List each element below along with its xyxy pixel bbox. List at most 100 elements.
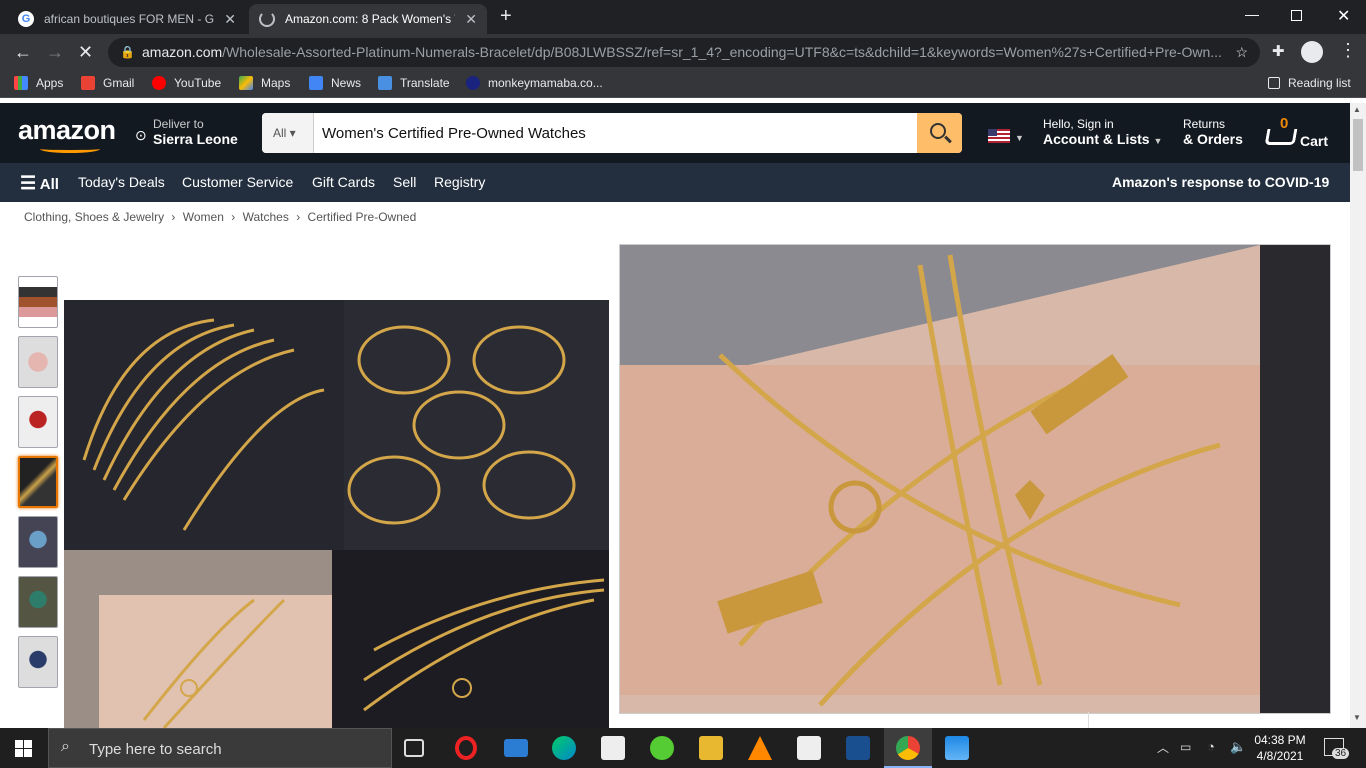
reading-list-label: Reading list xyxy=(1288,76,1351,90)
nav-customer-service[interactable]: Customer Service xyxy=(182,174,293,190)
main-product-image[interactable] xyxy=(64,300,609,728)
back-icon[interactable]: ← xyxy=(14,42,32,63)
bookmark-youtube[interactable]: YouTube xyxy=(152,76,221,90)
nav-sell[interactable]: Sell xyxy=(393,174,416,190)
opera-icon[interactable] xyxy=(455,736,477,760)
thumbnail-4-selected[interactable] xyxy=(18,456,58,508)
close-tab-icon[interactable]: ✕ xyxy=(224,11,236,28)
breadcrumb-item[interactable]: Watches xyxy=(243,210,289,224)
restore-icon[interactable] xyxy=(1291,10,1302,21)
breadcrumb-item[interactable]: Clothing, Shoes & Jewelry xyxy=(24,210,164,224)
url-host: amazon.com xyxy=(142,44,223,60)
task-view-icon[interactable] xyxy=(404,739,424,757)
battery-icon[interactable]: ▭ xyxy=(1180,740,1191,754)
clock[interactable]: 04:38 PM 4/8/2021 xyxy=(1250,732,1310,764)
solitaire-icon[interactable] xyxy=(846,736,870,760)
thumbnail-7[interactable] xyxy=(18,636,58,688)
notification-count-badge: 36 xyxy=(1332,748,1350,759)
chevron-up-icon[interactable]: ︿ xyxy=(1157,739,1169,756)
search-category-select[interactable]: All ▾ xyxy=(262,113,314,153)
logo-smile-icon xyxy=(40,145,100,153)
file-explorer-icon[interactable] xyxy=(699,736,723,760)
thumbnail-3[interactable] xyxy=(18,396,58,448)
cart-label: Cart xyxy=(1300,133,1329,149)
covid-link[interactable]: Amazon's response to COVID-19 xyxy=(1112,174,1329,190)
divider xyxy=(1088,712,1089,728)
bookmark-label: YouTube xyxy=(174,76,222,90)
mail-icon[interactable] xyxy=(504,739,528,757)
chrome-taskbar-button[interactable] xyxy=(884,728,932,768)
thumbnail-2[interactable] xyxy=(18,336,58,388)
nav-all[interactable]: ☰ All xyxy=(20,173,59,194)
nav-gift-cards[interactable]: Gift Cards xyxy=(312,174,375,190)
bookmark-news[interactable]: News xyxy=(309,76,361,90)
bookmark-gmail[interactable]: Gmail xyxy=(81,76,134,90)
returns-orders[interactable]: Returns & Orders xyxy=(1183,117,1243,147)
forward-icon[interactable]: → xyxy=(46,42,64,63)
reading-list[interactable]: Reading list xyxy=(1268,76,1351,90)
logo-text: amazon xyxy=(18,115,116,145)
bookmark-label: Maps xyxy=(261,76,291,90)
amazon-logo[interactable]: amazon xyxy=(18,115,116,153)
account-menu[interactable]: Hello, Sign in Account & Lists ▼ xyxy=(1043,117,1162,147)
nav-registry[interactable]: Registry xyxy=(434,174,485,190)
url-input[interactable]: 🔒 amazon.com/Wholesale-Assorted-Platinum… xyxy=(108,38,1260,67)
breadcrumb-item[interactable]: Women xyxy=(183,210,224,224)
star-icon[interactable]: ☆ xyxy=(1235,38,1248,67)
chevron-down-icon: ▼ xyxy=(1015,133,1024,143)
bookmark-translate[interactable]: Translate xyxy=(378,76,450,90)
tab-inactive[interactable]: G african boutiques FOR MEN - Go ✕ xyxy=(8,4,246,34)
close-tab-icon[interactable]: ✕ xyxy=(465,11,477,28)
search-input[interactable] xyxy=(314,113,917,153)
minimize-icon[interactable]: — xyxy=(1245,6,1259,22)
product-description-fragment xyxy=(666,714,1066,728)
profile-icon[interactable] xyxy=(1301,41,1323,63)
bookmark-label: Gmail xyxy=(103,76,135,90)
scroll-up-icon[interactable]: ▲ xyxy=(1353,105,1361,114)
bracelet-wrist-zoom-image xyxy=(620,245,1330,713)
google-icon: G xyxy=(18,11,34,27)
account-greeting: Hello, Sign in xyxy=(1043,117,1114,131)
thumbnail-6[interactable] xyxy=(18,576,58,628)
utorrent-icon[interactable] xyxy=(650,736,674,760)
nav-todays-deals[interactable]: Today's Deals xyxy=(78,174,165,190)
deliver-to[interactable]: ⊙ Deliver to Sierra Leone xyxy=(135,117,238,147)
cart-button[interactable]: 0 Cart xyxy=(1262,111,1334,155)
us-flag-icon[interactable] xyxy=(988,129,1010,143)
cart-count: 0 xyxy=(1280,115,1289,132)
taskbar-search[interactable]: ⌕ Type here to search xyxy=(48,728,392,768)
scroll-down-icon[interactable]: ▼ xyxy=(1353,713,1361,722)
game-icon[interactable] xyxy=(797,736,821,760)
bookmark-apps[interactable]: Apps xyxy=(14,76,63,90)
gmail-icon xyxy=(81,76,95,90)
store-icon[interactable] xyxy=(601,736,625,760)
edge-icon[interactable] xyxy=(552,736,576,760)
thumbnail-1[interactable] xyxy=(18,276,58,328)
tab-title: Amazon.com: 8 Pack Women's W xyxy=(285,12,455,26)
volume-icon[interactable]: 🔈 xyxy=(1230,739,1246,755)
search-button[interactable] xyxy=(917,113,962,153)
thumbnail-5[interactable] xyxy=(18,516,58,568)
stop-icon[interactable]: ✕ xyxy=(78,42,93,63)
clock-date: 4/8/2021 xyxy=(1256,749,1304,763)
tab-active[interactable]: Amazon.com: 8 Pack Women's W ✕ xyxy=(249,4,487,34)
extensions-icon[interactable]: ✚ xyxy=(1272,42,1285,60)
page-scrollbar[interactable]: ▲ ▼ xyxy=(1350,103,1366,728)
bookmark-maps[interactable]: Maps xyxy=(239,76,290,90)
new-tab-icon[interactable]: + xyxy=(500,5,512,28)
windows-taskbar: ⌕ Type here to search ︿ ▭ ◔ 🔈 04:38 PM 4… xyxy=(0,728,1366,768)
scroll-thumb[interactable] xyxy=(1353,119,1363,171)
photos-icon[interactable] xyxy=(945,736,969,760)
menu-icon[interactable]: ⋮ xyxy=(1339,40,1357,61)
breadcrumb-item[interactable]: Certified Pre-Owned xyxy=(308,210,417,224)
bookmark-monkeymamaba[interactable]: monkeymamaba.co... xyxy=(466,76,603,90)
zoom-preview-image xyxy=(619,244,1331,714)
vlc-icon[interactable] xyxy=(748,736,772,760)
close-window-icon[interactable]: ✕ xyxy=(1337,6,1350,26)
site-icon xyxy=(466,76,480,90)
bookmark-label: Translate xyxy=(400,76,450,90)
windows-start-icon[interactable] xyxy=(15,740,32,757)
wifi-icon[interactable]: ◔ xyxy=(1207,739,1215,754)
search-bar: All ▾ xyxy=(262,113,962,153)
bookmark-label: monkeymamaba.co... xyxy=(488,76,603,90)
